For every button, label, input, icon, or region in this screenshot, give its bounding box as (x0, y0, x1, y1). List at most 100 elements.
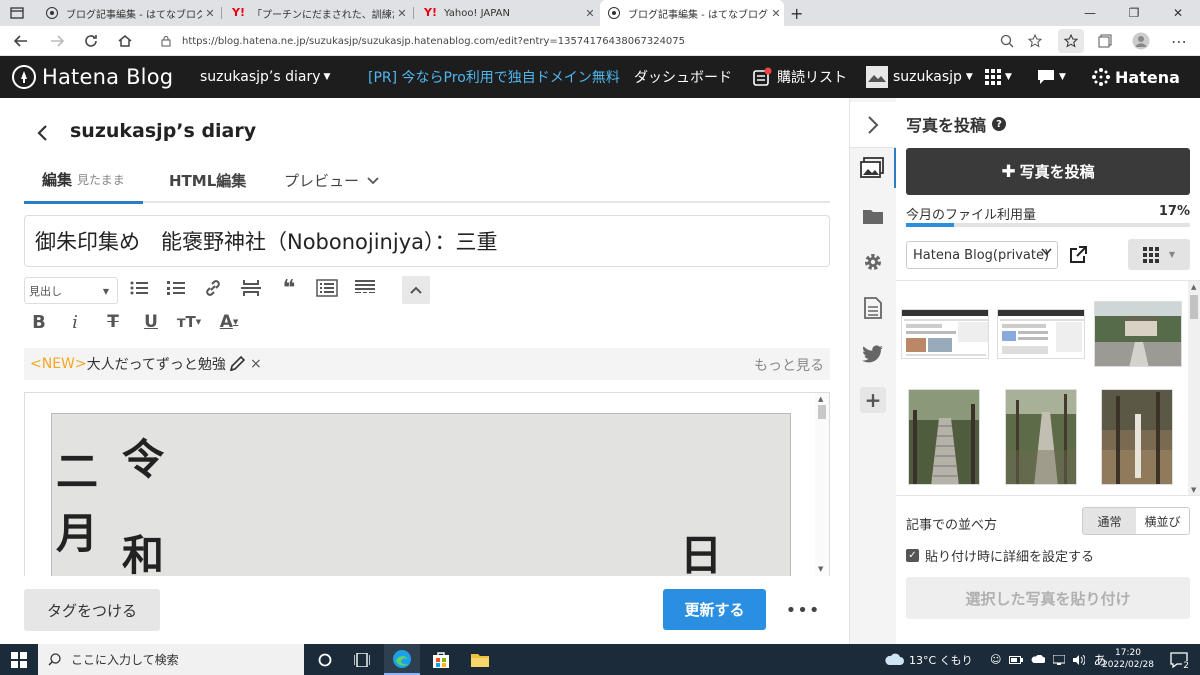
close-tab-icon[interactable]: ✕ (202, 7, 218, 20)
weather-widget[interactable]: 13°C くもり (884, 644, 973, 675)
underline-icon[interactable]: U (136, 308, 166, 336)
scroll-up-icon[interactable]: ▲ (1191, 283, 1196, 291)
italic-icon[interactable]: i (60, 308, 90, 336)
scroll-down-icon[interactable]: ▼ (1191, 486, 1196, 494)
people-icon[interactable]: ☺ (990, 653, 1001, 666)
new-tab-button[interactable]: + (788, 0, 808, 26)
minimize-icon[interactable]: — (1068, 0, 1112, 26)
photo-thumbnail[interactable] (1094, 301, 1182, 367)
photo-panel-icon[interactable] (850, 148, 897, 188)
horizontal-rule-icon[interactable] (236, 274, 266, 302)
photo-thumbnail[interactable] (908, 389, 980, 485)
refresh-icon[interactable] (74, 26, 108, 56)
cortana-icon[interactable] (310, 644, 340, 675)
favorites-icon[interactable] (1058, 29, 1084, 53)
notifications-menu[interactable]: ▼ (1037, 56, 1066, 98)
store-icon[interactable] (424, 644, 458, 675)
taskbar-search-box[interactable]: ここに入力して検索 (38, 644, 304, 675)
task-view-icon[interactable] (346, 644, 378, 675)
view-toggle-button[interactable]: ▼ (1128, 239, 1190, 270)
strikethrough-icon[interactable]: T (98, 308, 128, 336)
hatena-blog-logo[interactable]: Hatena Blog (12, 56, 173, 98)
blog-switch-menu[interactable]: suzukasjp’s diary ▼ (200, 56, 330, 98)
collections-icon[interactable] (1092, 29, 1118, 53)
detail-settings-checkbox[interactable]: ✓ 貼り付け時に詳細を設定する (906, 546, 1094, 565)
add-favorite-icon[interactable] (1022, 29, 1048, 53)
file-explorer-icon[interactable] (462, 644, 498, 675)
heading-select[interactable]: 見出し ▼ (24, 277, 118, 304)
quote-icon[interactable]: ❝ (274, 274, 304, 302)
text-size-icon[interactable]: тT ▼ (174, 308, 204, 336)
browser-tab[interactable]: ブログ記事編集 - はてなブログ ✕ (38, 0, 218, 26)
close-tab-icon[interactable]: ✕ (768, 7, 784, 20)
more-options-button[interactable]: ••• (786, 596, 820, 624)
arrange-option-normal[interactable]: 通常 (1083, 508, 1136, 534)
close-tab-icon[interactable]: ✕ (394, 7, 410, 20)
goshuin-image[interactable]: 二 月 令 和 日 (51, 413, 791, 576)
address-bar[interactable]: https://blog.hatena.ne.jp/suzukasjp/suzu… (148, 29, 1050, 53)
volume-icon[interactable] (1073, 654, 1086, 665)
scrollbar-thumb[interactable] (1190, 295, 1198, 319)
update-button[interactable]: 更新する (663, 589, 766, 630)
system-clock[interactable]: 17:20 2022/02/28 (1100, 647, 1156, 671)
tab-actions-icon[interactable] (10, 6, 24, 20)
twitter-icon[interactable] (850, 334, 896, 374)
editor-body[interactable]: 二 月 令 和 日 ▲ ▼ (24, 392, 830, 576)
photo-thumbnail[interactable] (1005, 389, 1077, 485)
promo-link[interactable]: [PR] 今ならPro利用で独自ドメイン無料 (368, 56, 620, 98)
arrange-option-side-by-side[interactable]: 横並び (1136, 508, 1189, 534)
browser-tab[interactable]: Y! 「プーチンにだまされた、訓練だと思って」 ✕ (224, 0, 410, 26)
checkbox-checked-icon[interactable]: ✓ (906, 549, 919, 562)
external-link-icon[interactable] (1066, 243, 1090, 267)
add-tags-button[interactable]: タグをつける (24, 589, 160, 631)
subscriptions-link[interactable]: 購読リスト (752, 56, 847, 98)
forward-icon[interactable] (40, 26, 74, 56)
onedrive-cloud-icon[interactable] (1031, 655, 1046, 664)
more-news-link[interactable]: もっと見る (754, 355, 824, 375)
editor-scrollbar[interactable]: ▲ ▼ (815, 393, 829, 576)
bulleted-list-icon[interactable] (124, 274, 154, 302)
paste-selected-photos-button[interactable]: 選択した写真を貼り付け (906, 577, 1190, 619)
blog-title[interactable]: suzukasjp’s diary (70, 120, 256, 142)
zoom-icon[interactable] (994, 29, 1020, 53)
photo-thumbnail[interactable] (997, 309, 1085, 359)
photo-grid-scrollbar[interactable]: ▲ ▼ (1188, 281, 1200, 495)
network-icon[interactable] (1053, 654, 1066, 665)
browser-tab-active[interactable]: ブログ記事編集 - はてなブログ ✕ (600, 0, 784, 26)
tab-preview[interactable]: プレビュー (284, 158, 379, 203)
hatena-link[interactable]: Hatena (1092, 56, 1180, 98)
folder-icon[interactable] (850, 196, 896, 236)
battery-icon[interactable] (1009, 655, 1024, 664)
browser-tab[interactable]: Y! Yahoo! JAPAN ✕ (416, 0, 598, 26)
profile-avatar-icon[interactable] (1128, 29, 1154, 53)
help-icon[interactable]: ? (992, 117, 1007, 131)
collapse-toolbar-button[interactable] (402, 276, 430, 304)
edge-browser-icon[interactable] (384, 644, 420, 675)
link-icon[interactable] (198, 274, 228, 302)
numbered-list-icon[interactable] (161, 274, 191, 302)
close-tab-icon[interactable]: ✕ (582, 7, 598, 20)
news-link[interactable]: 大人だってずっと勉強 (87, 354, 226, 374)
post-title-input[interactable]: 御朱印集め 能褒野神社（Nobonojinjya）：三重 (24, 215, 830, 267)
settings-more-icon[interactable]: ⋯ (1166, 29, 1192, 53)
restore-icon[interactable]: ❐ (1112, 0, 1156, 26)
back-chevron-icon[interactable] (30, 116, 54, 150)
close-news-icon[interactable]: × (250, 356, 262, 372)
tab-html-edit[interactable]: HTML編集 (169, 158, 246, 203)
arrange-toggle[interactable]: 通常 横並び (1082, 507, 1190, 535)
collapse-panel-icon[interactable] (850, 102, 896, 148)
scroll-up-icon[interactable]: ▲ (818, 395, 823, 403)
text-color-icon[interactable]: A ▼ (214, 308, 244, 336)
apps-menu[interactable]: ▼ (985, 56, 1012, 98)
back-icon[interactable] (4, 26, 38, 56)
read-more-icon[interactable] (350, 274, 380, 302)
tab-wysiwyg-edit[interactable]: 編集 見たまま (24, 158, 143, 204)
close-window-icon[interactable]: ✕ (1156, 0, 1200, 26)
album-select[interactable]: Hatena Blog(private) (906, 241, 1058, 269)
dashboard-link[interactable]: ダッシュボード (634, 56, 732, 98)
photo-thumbnail[interactable] (1101, 389, 1173, 485)
post-photo-button[interactable]: ✚ 写真を投稿 (906, 148, 1190, 195)
document-icon[interactable] (850, 288, 896, 328)
scroll-down-icon[interactable]: ▼ (818, 565, 823, 573)
home-icon[interactable] (108, 26, 142, 56)
